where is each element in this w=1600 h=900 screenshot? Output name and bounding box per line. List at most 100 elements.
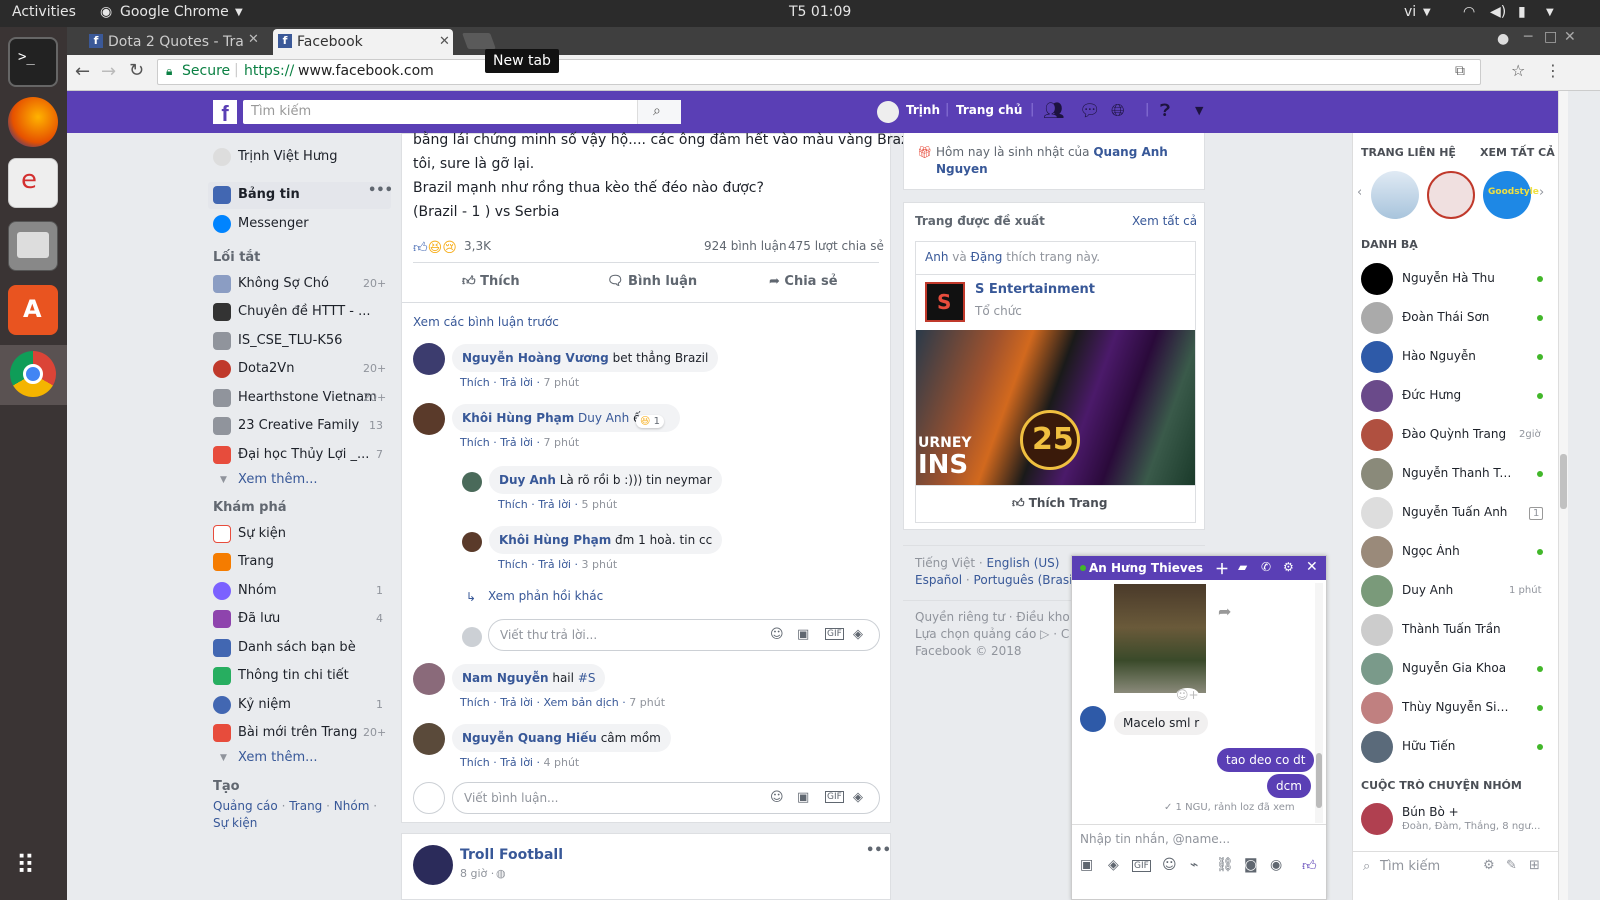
gear-icon[interactable]: ⚙ xyxy=(1283,560,1294,574)
chrome-menu-icon[interactable]: ⋮ xyxy=(1545,61,1561,80)
profile-icon[interactable]: ● xyxy=(1497,31,1509,47)
create-event-link[interactable]: Sự kiện xyxy=(213,816,257,830)
contact-item[interactable]: Nguyễn Tuấn Anh 1 xyxy=(1361,495,1556,531)
footer-link[interactable]: Quyền riêng tư · Điều khoản xyxy=(915,609,1070,626)
contact-item[interactable]: Đức Hưng xyxy=(1361,378,1556,414)
facebook-logo-icon[interactable]: f xyxy=(213,100,237,126)
share-button[interactable]: ➦ Chia sẻ xyxy=(769,274,838,289)
comment-like-link[interactable]: Thích xyxy=(460,376,490,389)
contact-item[interactable]: Đào Quỳnh Trang 2giờ xyxy=(1361,417,1556,453)
page-logo[interactable]: S xyxy=(925,282,965,322)
gear-icon[interactable]: ⚙ xyxy=(1483,858,1495,873)
see-all-pages-link[interactable]: XEM TẤT CẢ xyxy=(1480,146,1555,159)
tab-facebook[interactable]: f Facebook ✕ xyxy=(273,29,453,55)
avatar[interactable] xyxy=(877,101,899,123)
new-tab-button[interactable] xyxy=(462,33,496,49)
notifications-globe-icon[interactable]: 🌐︎ xyxy=(1111,101,1125,121)
contact-item[interactable]: Đoàn Thái Sơn xyxy=(1361,300,1556,336)
post-options-icon[interactable]: ••• xyxy=(866,843,891,858)
contact-item[interactable]: Thành Tuấn Trần xyxy=(1361,612,1556,648)
like-page-button[interactable]: 👍︎ Thích Trang xyxy=(916,485,1195,523)
contact-item[interactable]: Nguyễn Gia Khoa xyxy=(1361,651,1556,687)
page-avatar[interactable] xyxy=(1427,171,1475,219)
comment-reply-link[interactable]: Trả lời xyxy=(500,756,533,769)
comment-reply-link[interactable]: Trả lời xyxy=(538,558,571,571)
more-options-icon[interactable]: ••• xyxy=(368,183,393,198)
hashtag-link[interactable]: #S xyxy=(578,671,596,685)
account-menu-icon[interactable]: ▼ xyxy=(1195,104,1203,117)
forward-icon[interactable]: → xyxy=(101,61,116,82)
minimize-icon[interactable]: ─ xyxy=(1524,29,1532,45)
chrome-dock-item[interactable] xyxy=(0,345,67,405)
create-page-link[interactable]: Trang xyxy=(289,799,322,813)
translate-link[interactable]: Xem bản dịch xyxy=(544,696,619,709)
gif-icon[interactable]: GIF xyxy=(825,628,844,640)
mention-link[interactable]: Duy Anh xyxy=(578,411,629,425)
contact-item[interactable]: Hữu Tiến xyxy=(1361,729,1556,765)
contact-search-input[interactable]: Tìm kiếm xyxy=(1380,859,1440,874)
close-tab-icon[interactable]: ✕ xyxy=(248,32,259,47)
friend-link[interactable]: Anh xyxy=(925,250,948,264)
page-cover-image[interactable]: URNEY INS 25 xyxy=(916,330,1195,485)
language-link[interactable]: Português (Brasil xyxy=(974,573,1076,587)
commenter-name[interactable]: Khôi Hùng Phạm xyxy=(499,533,611,547)
window-close-icon[interactable]: ✕ xyxy=(1564,29,1576,45)
reload-icon[interactable]: ↻ xyxy=(129,60,144,81)
create-group-link[interactable]: Nhóm xyxy=(334,799,370,813)
firefox-icon[interactable] xyxy=(8,97,58,147)
reaction-count[interactable]: 3,3K xyxy=(464,239,491,253)
commenter-name[interactable]: Nam Nguyễn xyxy=(462,671,549,685)
commenter-name[interactable]: Khôi Hùng Phạm xyxy=(462,411,574,425)
translate-icon[interactable]: ⧉ xyxy=(1455,63,1465,79)
activities-button[interactable]: Activities xyxy=(12,4,76,20)
like-button[interactable]: 👍︎ Thích xyxy=(462,274,520,289)
search-input[interactable]: Tìm kiếm xyxy=(243,100,681,124)
contact-item[interactable]: Hào Nguyễn xyxy=(1361,339,1556,375)
page-name[interactable]: Troll Football xyxy=(460,847,563,863)
sender-avatar[interactable] xyxy=(1080,706,1106,732)
add-person-icon[interactable]: ＋ xyxy=(1215,559,1229,579)
contact-item[interactable]: Duy Anh 1 phút xyxy=(1361,573,1556,609)
comment-count[interactable]: 924 bình luận xyxy=(704,239,787,253)
clock[interactable]: T5 01:09 xyxy=(789,4,851,20)
commenter-name[interactable]: Nguyễn Hoàng Vương xyxy=(462,351,609,365)
sticker-icon[interactable]: ◈ xyxy=(853,627,863,642)
omnibox[interactable]: 🔒︎ Secure | https:// www.facebook.com ⧉ xyxy=(157,59,1481,85)
commenter-avatar[interactable] xyxy=(413,343,445,375)
profile-link[interactable]: Trịnh xyxy=(906,103,940,117)
tab-dota2-quotes[interactable]: f Dota 2 Quotes - Tra xyxy=(84,29,268,55)
add-reaction-icon[interactable]: ☺+ xyxy=(1176,688,1199,702)
view-previous-comments[interactable]: Xem các bình luận trước xyxy=(413,315,559,329)
replier-avatar[interactable] xyxy=(462,532,482,552)
contact-item[interactable]: Ngọc Ánh xyxy=(1361,534,1556,570)
scrollbar-thumb[interactable] xyxy=(1316,753,1322,808)
chat-header[interactable]: An Hưng Thieves ＋ ▰ ✆ ⚙ ✕ xyxy=(1072,556,1326,580)
post-time[interactable]: 8 giờ · xyxy=(460,867,494,880)
language-link[interactable]: Español xyxy=(915,573,962,587)
attach-file-icon[interactable]: ⌁ xyxy=(1190,857,1198,873)
message-input[interactable]: Nhập tin nhắn, @name... xyxy=(1080,832,1230,846)
comment-like-link[interactable]: Thích xyxy=(498,498,528,511)
shared-photo[interactable] xyxy=(1114,584,1206,693)
sticker-icon[interactable]: ◈ xyxy=(1108,857,1119,873)
chevron-left-icon[interactable]: ‹ xyxy=(1357,185,1362,200)
sticker-icon[interactable]: ◈ xyxy=(853,790,863,805)
comment-like-link[interactable]: Thích xyxy=(460,436,490,449)
app-menu[interactable]: Google Chrome xyxy=(120,4,229,20)
link-icon[interactable]: ⛓ xyxy=(1216,857,1234,873)
file-manager-icon[interactable] xyxy=(8,221,58,271)
reply-input[interactable]: Viết thư trả lời... ☺ ▣ GIF ◈ xyxy=(488,619,880,651)
comment-like-link[interactable]: Thích xyxy=(460,696,490,709)
comment-like-link[interactable]: Thích xyxy=(498,558,528,571)
camera-icon[interactable]: ▣ xyxy=(797,627,809,642)
language-link[interactable]: English (US) xyxy=(987,556,1060,570)
phone-icon[interactable]: ✆ xyxy=(1261,560,1271,574)
create-ad-link[interactable]: Quảng cáo xyxy=(213,799,278,813)
chat-title[interactable]: An Hưng Thieves xyxy=(1089,561,1203,575)
comment-reaction[interactable]: 😆︎ 1 xyxy=(636,415,664,428)
replier-avatar[interactable] xyxy=(462,472,482,492)
forward-icon[interactable]: ➦ xyxy=(1218,602,1231,621)
contact-item[interactable]: Nguyễn Hà Thu xyxy=(1361,261,1556,297)
comment-reply-link[interactable]: Trả lời xyxy=(500,376,533,389)
language-indicator[interactable]: vi xyxy=(1404,4,1416,20)
